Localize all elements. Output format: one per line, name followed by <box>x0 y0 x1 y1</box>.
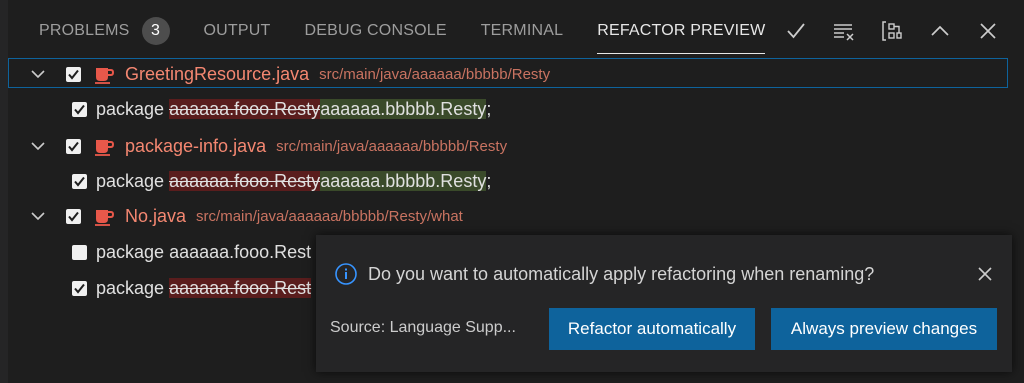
check-icon <box>787 23 805 39</box>
chevron-down-icon[interactable] <box>24 56 52 92</box>
change-text: package aaaaaa.fooo.Restyaaaaaa.bbbbb.Re… <box>96 170 492 192</box>
refactor-automatically-button[interactable]: Refactor automatically <box>549 308 755 350</box>
change-checkbox[interactable] <box>72 173 87 189</box>
code-suffix: ; <box>486 170 492 191</box>
discard-button[interactable] <box>826 14 862 48</box>
deleted-text: aaaaaa.fooo.Resty <box>169 98 321 119</box>
deleted-text: aaaaaa.fooo.Rest <box>169 277 312 298</box>
problems-count-badge: 3 <box>141 17 170 45</box>
close-icon <box>978 267 992 281</box>
code-prefix: package <box>96 98 170 119</box>
file-path: src/main/java/aaaaaa/bbbbb/Resty <box>276 137 508 155</box>
chevron-up-icon <box>931 25 949 36</box>
tab-output-label: OUTPUT <box>203 22 271 39</box>
close-panel-button[interactable] <box>970 14 1006 48</box>
tab-terminal[interactable]: TERMINAL <box>481 0 564 62</box>
inserted-text: aaaaaa.bbbbb.Resty <box>320 170 487 191</box>
maximize-panel-button[interactable] <box>922 14 958 48</box>
code-prefix: package <box>96 241 170 262</box>
tab-refactor-preview-label: REFACTOR PREVIEW <box>597 22 766 39</box>
change-row[interactable]: package aaaaaa.fooo.Restyaaaaaa.bbbbb.Re… <box>8 163 1024 199</box>
chevron-down-icon[interactable] <box>24 128 52 164</box>
unchanged-text: aaaaaa.fooo.Rest <box>169 241 312 262</box>
file-checkbox[interactable] <box>66 208 81 224</box>
java-file-icon <box>93 64 115 84</box>
tab-problems-label: PROBLEMS <box>39 22 130 39</box>
file-name: GreetingResource.java <box>125 63 310 84</box>
collapse-group-icon <box>882 21 902 41</box>
java-file-icon <box>93 206 115 226</box>
change-text: package aaaaaa.fooo.Restyaaaaaa.bbbbb.Re… <box>96 98 492 120</box>
notification-toast: Do you want to automatically apply refac… <box>316 235 1012 372</box>
file-row-package-info[interactable]: package-info.java src/main/java/aaaaaa/b… <box>8 128 1008 164</box>
toast-close-button[interactable] <box>974 263 996 285</box>
close-icon <box>980 23 996 39</box>
deleted-text: aaaaaa.fooo.Resty <box>169 170 321 191</box>
tab-problems[interactable]: PROBLEMS 3 <box>39 0 170 62</box>
change-row[interactable]: package aaaaaa.fooo.Restyaaaaaa.bbbbb.Re… <box>8 91 1024 127</box>
file-name: No.java <box>125 205 187 226</box>
tab-refactor-preview[interactable]: REFACTOR PREVIEW <box>597 0 766 62</box>
inserted-text: aaaaaa.bbbbb.Resty <box>320 98 487 119</box>
always-preview-changes-button[interactable]: Always preview changes <box>771 308 997 350</box>
tab-output[interactable]: OUTPUT <box>204 0 271 62</box>
toast-message: Do you want to automatically apply refac… <box>334 262 874 286</box>
group-by-button[interactable] <box>874 14 910 48</box>
change-checkbox[interactable] <box>72 280 87 296</box>
left-edge <box>0 0 8 383</box>
change-text: package aaaaaa.fooo.Rest <box>96 277 312 299</box>
java-file-icon <box>93 136 115 156</box>
clear-list-icon <box>834 24 854 41</box>
file-path: src/main/java/aaaaaa/bbbbb/Resty/what <box>196 207 463 225</box>
panel-actions <box>778 14 1006 48</box>
tab-debug-console-label: DEBUG CONSOLE <box>304 22 447 39</box>
toast-source: Source: Language Supp... <box>330 319 516 336</box>
file-row-no-java[interactable]: No.java src/main/java/aaaaaa/bbbbb/Resty… <box>8 198 1008 234</box>
code-prefix: package <box>96 277 170 298</box>
change-checkbox[interactable] <box>72 244 87 260</box>
code-prefix: package <box>96 170 170 191</box>
tab-terminal-label: TERMINAL <box>480 22 564 39</box>
file-row-greetingresource[interactable]: GreetingResource.java src/main/java/aaaa… <box>8 56 1008 92</box>
file-checkbox[interactable] <box>66 138 81 154</box>
apply-button[interactable] <box>778 14 814 48</box>
file-name: package-info.java <box>125 135 267 156</box>
file-path: src/main/java/aaaaaa/bbbbb/Resty <box>319 65 551 83</box>
file-checkbox[interactable] <box>66 66 81 82</box>
change-checkbox[interactable] <box>72 101 87 117</box>
chevron-down-icon[interactable] <box>24 198 52 234</box>
code-suffix: ; <box>486 98 492 119</box>
change-text: package aaaaaa.fooo.Rest <box>96 242 311 263</box>
toast-message-text: Do you want to automatically apply refac… <box>368 263 875 284</box>
tab-debug-console[interactable]: DEBUG CONSOLE <box>305 0 447 62</box>
info-icon <box>335 263 357 285</box>
